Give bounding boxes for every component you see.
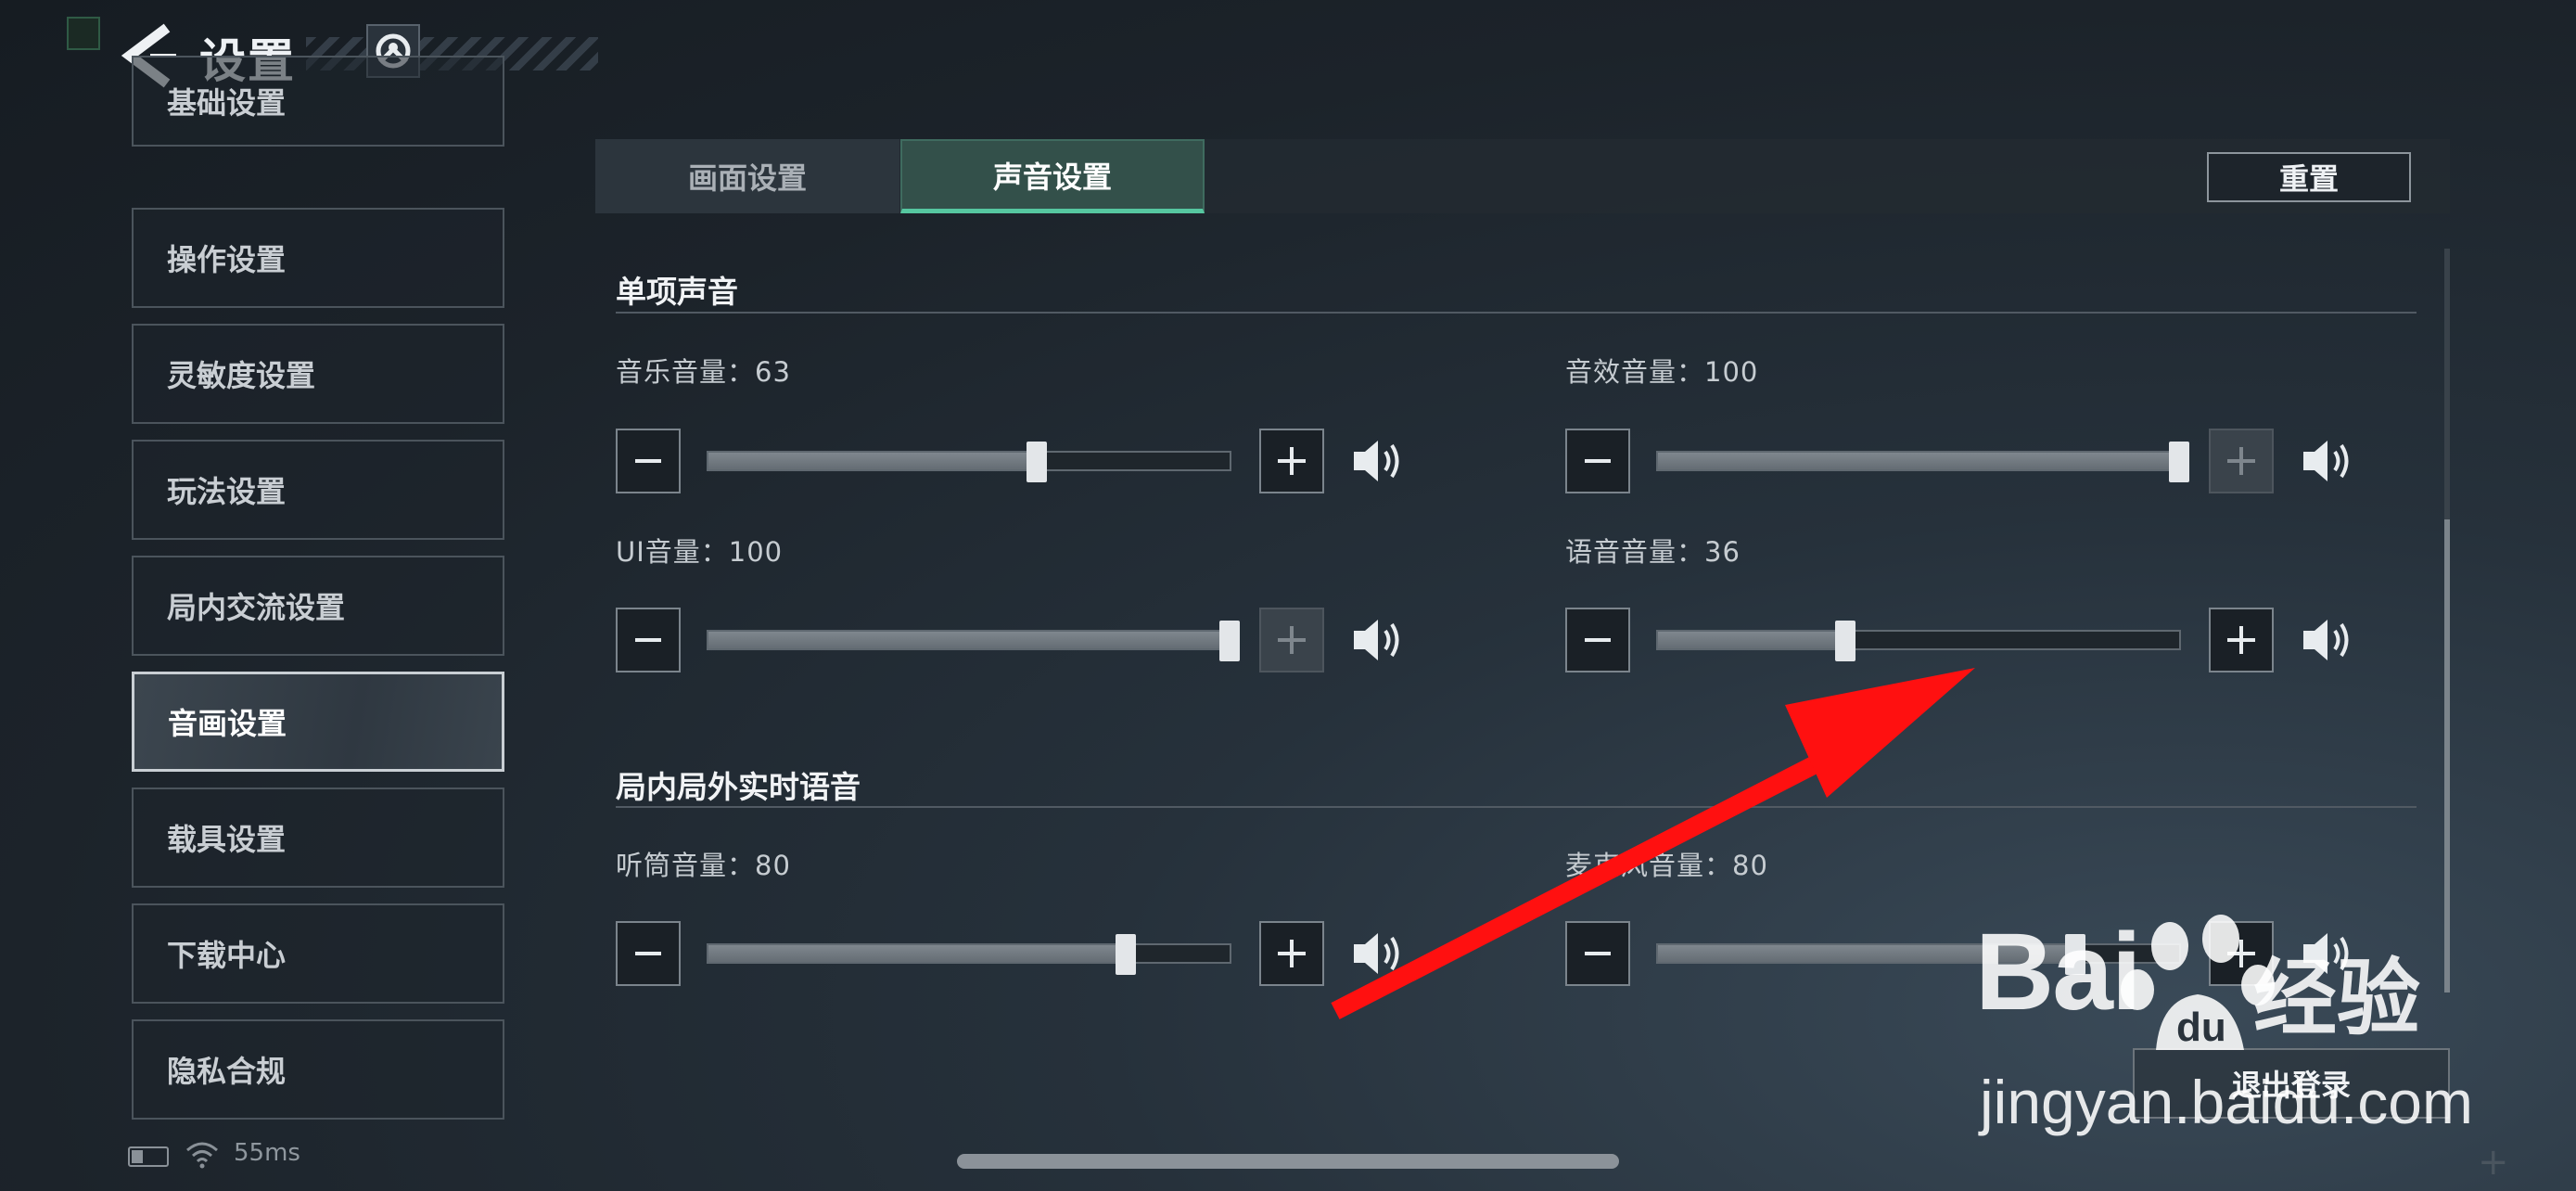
sidebar-item-vehicle[interactable]: 载具设置 <box>132 788 504 888</box>
plus-icon <box>1278 626 1306 654</box>
battery-icon <box>128 1146 169 1167</box>
section-title-single-sound: 单项声音 <box>616 274 738 310</box>
sidebar-item-communication[interactable]: 局内交流设置 <box>132 556 504 656</box>
minus-icon <box>635 459 661 463</box>
slider-fill <box>708 945 1126 962</box>
earpiece-volume-label: 听筒音量：80 <box>616 850 791 881</box>
slider-thumb[interactable] <box>1835 621 1856 661</box>
sidebar-item-label: 操作设置 <box>167 242 287 277</box>
ui-volume-decrease-button[interactable] <box>616 608 681 672</box>
minus-icon <box>635 952 661 955</box>
slider-thumb[interactable] <box>2169 442 2189 482</box>
minus-icon <box>1585 638 1611 642</box>
plus-icon <box>2227 447 2255 475</box>
section-divider <box>616 806 2417 808</box>
sidebar-item-gameplay[interactable]: 玩法设置 <box>132 440 504 540</box>
sidebar-item-privacy[interactable]: 隐私合规 <box>132 1019 504 1120</box>
section-divider <box>616 312 2417 314</box>
voice-speaker-toggle[interactable] <box>2298 610 2357 670</box>
minus-icon <box>1585 459 1611 463</box>
minus-icon <box>1585 952 1611 955</box>
slider-fill <box>1658 453 2179 469</box>
corner-marker <box>67 17 100 50</box>
sfx-volume-slider[interactable] <box>1656 442 2189 482</box>
corner-plus-icon: + <box>2478 1141 2509 1184</box>
ui-volume-increase-button[interactable] <box>1259 608 1324 672</box>
music-speaker-toggle[interactable] <box>1348 431 1408 491</box>
scrollbar-thumb[interactable] <box>2444 519 2450 992</box>
slider-thumb[interactable] <box>1027 442 1048 482</box>
sfx-volume-increase-button[interactable] <box>2209 429 2274 493</box>
sidebar-item-label: 灵敏度设置 <box>167 358 316 393</box>
sidebar-item-label: 隐私合规 <box>167 1054 287 1089</box>
ui-volume-slider[interactable] <box>707 621 1240 661</box>
sidebar-item-sensitivity[interactable]: 灵敏度设置 <box>132 324 504 424</box>
earpiece-volume-increase-button[interactable] <box>1259 921 1324 986</box>
voice-volume-label: 语音音量：36 <box>1565 536 1741 568</box>
slider-thumb[interactable] <box>1115 934 1136 975</box>
wifi-icon <box>186 1142 218 1169</box>
sfx-volume-decrease-button[interactable] <box>1565 429 1630 493</box>
earpiece-volume-slider[interactable] <box>707 934 1231 975</box>
slider-fill <box>708 632 1230 648</box>
sidebar-item-label: 局内交流设置 <box>167 590 346 625</box>
slider-thumb[interactable] <box>1219 621 1240 661</box>
music-volume-label: 音乐音量：63 <box>616 356 791 388</box>
sidebar-item-download[interactable]: 下载中心 <box>132 903 504 1004</box>
plus-icon <box>2227 626 2255 654</box>
speaker-icon <box>1354 620 1399 660</box>
slider-fill <box>1658 632 1846 648</box>
speaker-icon <box>1354 441 1399 481</box>
watermark-du: du <box>2176 1005 2226 1050</box>
sfx-speaker-toggle[interactable] <box>2298 431 2357 491</box>
earpiece-speaker-toggle[interactable] <box>1348 924 1408 983</box>
ui-volume-label: UI音量：100 <box>616 536 784 568</box>
microphone-volume-decrease-button[interactable] <box>1565 921 1630 986</box>
speaker-icon <box>1354 933 1399 974</box>
tab-display[interactable]: 画面设置 <box>595 139 899 213</box>
sidebar-item-label: 音画设置 <box>168 706 287 741</box>
slider-fill <box>708 453 1038 469</box>
music-volume-increase-button[interactable] <box>1259 429 1324 493</box>
watermark-url: jingyan.baidu.com <box>1980 1068 2473 1136</box>
sidebar-item-label: 载具设置 <box>167 822 287 857</box>
watermark-bai: Bai <box>1975 911 2142 1033</box>
plus-icon <box>1278 940 1306 967</box>
music-volume-slider[interactable] <box>707 442 1231 482</box>
speaker-icon <box>2303 441 2349 481</box>
tab-sound[interactable]: 声音设置 <box>900 139 1205 213</box>
sidebar-item-controls[interactable]: 操作设置 <box>132 208 504 308</box>
sidebar-item-basic[interactable]: 基础设置 <box>132 56 504 147</box>
earpiece-volume-decrease-button[interactable] <box>616 921 681 986</box>
sidebar-item-audio-visual[interactable]: 音画设置 <box>132 672 504 772</box>
home-indicator[interactable] <box>957 1154 1619 1169</box>
sfx-volume-label: 音效音量：100 <box>1565 356 1759 388</box>
sidebar-item-label: 玩法设置 <box>167 474 287 509</box>
voice-volume-slider[interactable] <box>1656 621 2181 661</box>
sidebar-item-label: 基础设置 <box>167 85 287 121</box>
microphone-volume-label: 麦克风音量：80 <box>1565 850 1768 881</box>
voice-volume-increase-button[interactable] <box>2209 608 2274 672</box>
watermark-jingyan: 经验 <box>2253 950 2420 1047</box>
plus-icon <box>1278 447 1306 475</box>
speaker-icon <box>2303 620 2349 660</box>
tab-bar: 画面设置 声音设置 <box>595 139 2450 213</box>
music-volume-decrease-button[interactable] <box>616 429 681 493</box>
reset-button[interactable]: 重置 <box>2207 152 2411 202</box>
voice-volume-decrease-button[interactable] <box>1565 608 1630 672</box>
sidebar-item-label: 下载中心 <box>167 938 287 973</box>
section-title-realtime-voice: 局内局外实时语音 <box>616 769 861 805</box>
ping-readout: 55ms <box>234 1139 300 1167</box>
ui-speaker-toggle[interactable] <box>1348 610 1408 670</box>
minus-icon <box>635 638 661 642</box>
